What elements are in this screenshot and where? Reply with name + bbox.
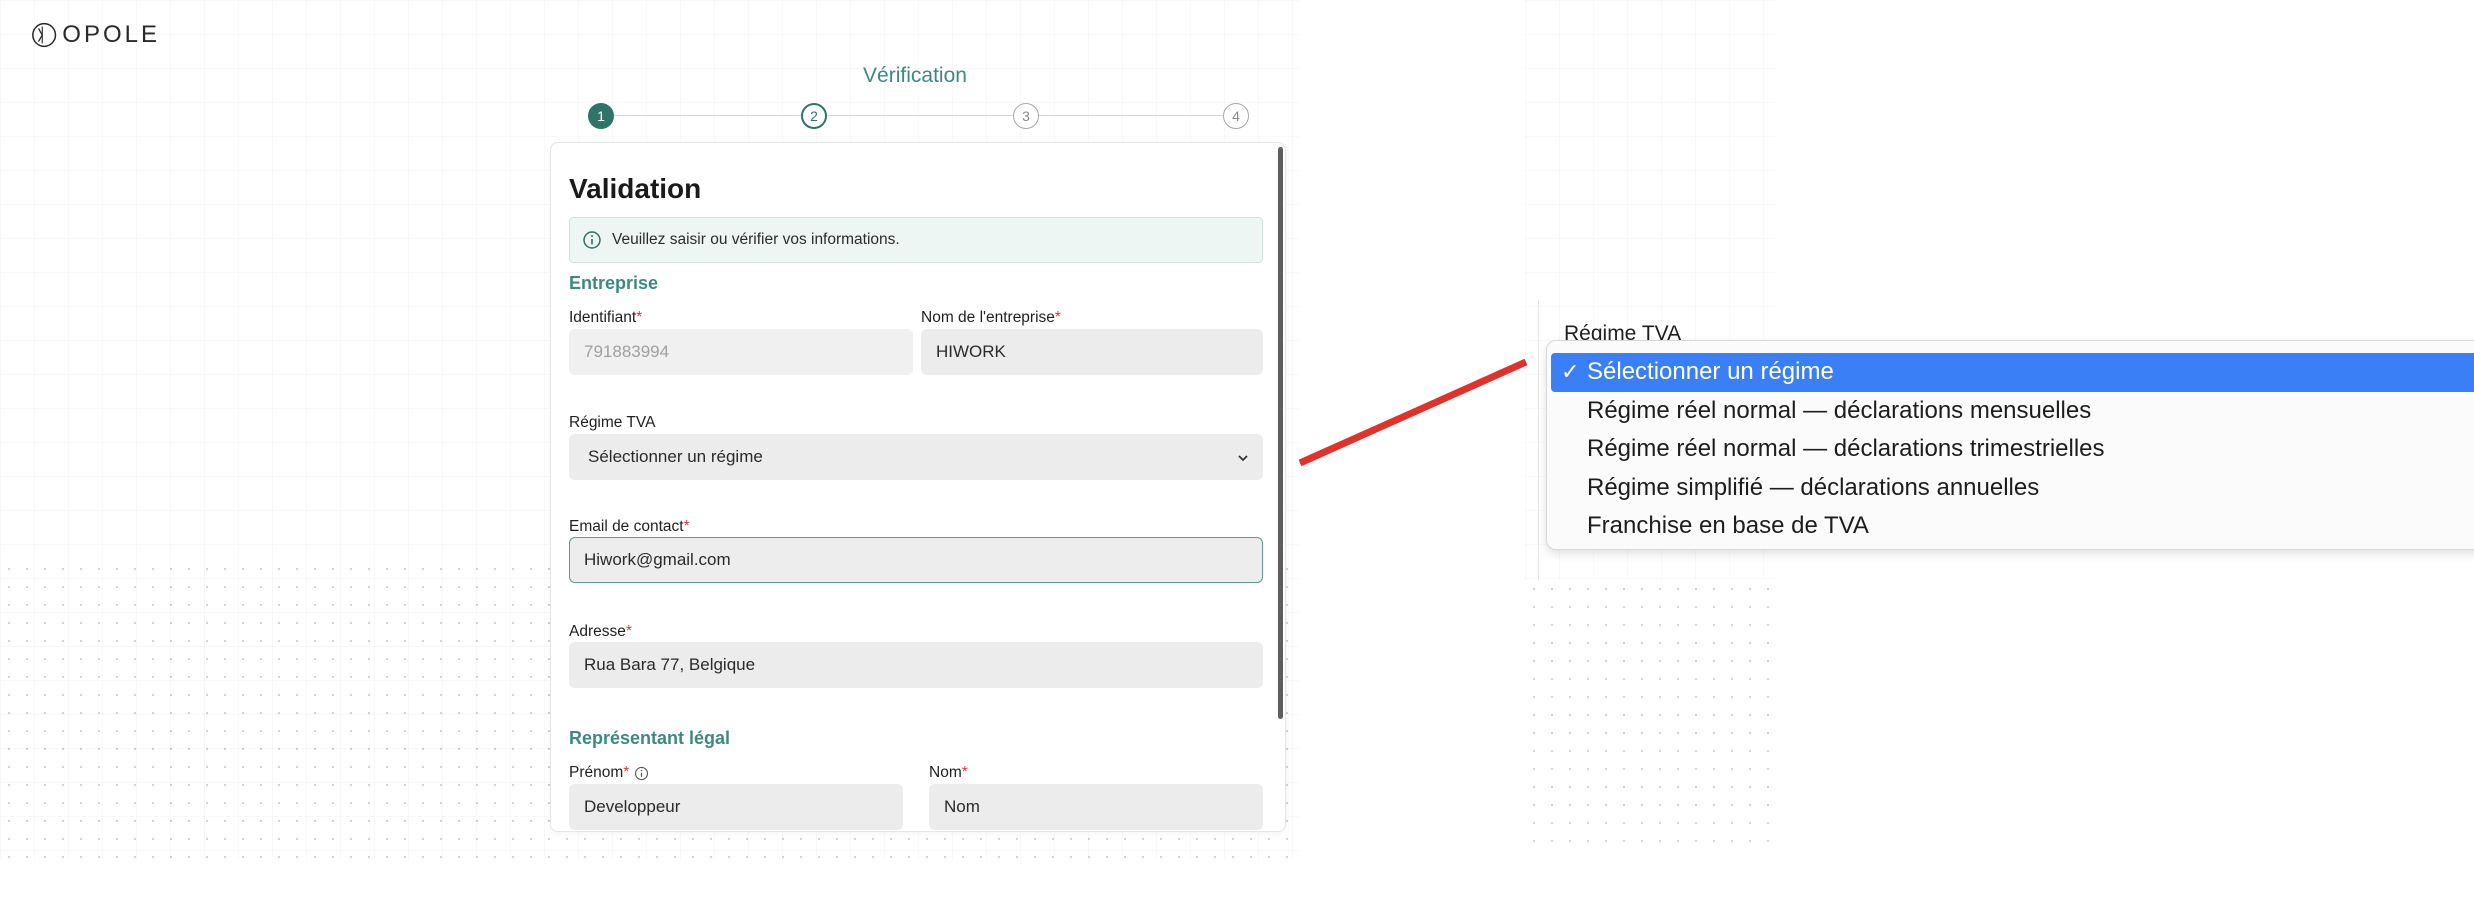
dropdown-option[interactable]: Régime réel normal — déclarations trimes… (1551, 430, 2474, 469)
address-input[interactable]: Rua Bara 77, Belgique (569, 642, 1263, 688)
step-connector (827, 115, 1013, 116)
validation-card: Validation Veuillez saisir ou vérifier v… (550, 142, 1286, 832)
dropdown-option[interactable]: Régime réel normal — déclarations mensue… (1551, 392, 2474, 431)
identifiant-label: Identifiant* (569, 309, 643, 326)
email-label: Email de contact* (569, 518, 690, 535)
firstname-input[interactable]: Developpeur (569, 784, 903, 830)
step-title: Vérification (863, 64, 967, 87)
step-2[interactable]: 2 (801, 103, 827, 129)
firstname-label: Prénom* (569, 764, 649, 782)
card-title: Validation (569, 173, 702, 204)
regime-tva-select[interactable]: Sélectionner un régime (569, 434, 1263, 480)
info-banner: Veuillez saisir ou vérifier vos informat… (569, 217, 1263, 263)
brand-logo[interactable]: OPOLE (30, 20, 160, 50)
card-scrollbar[interactable] (1278, 147, 1283, 719)
company-name-label: Nom de l'entreprise* (921, 309, 1061, 326)
background-dots-right (1525, 580, 1775, 845)
identifiant-input[interactable]: 791883994 (569, 329, 913, 375)
section-heading-company: Entreprise (569, 273, 659, 293)
company-name-input[interactable]: HIWORK (921, 329, 1263, 375)
checkmark-icon: ✓ (1561, 359, 1580, 385)
lastname-input[interactable]: Nom (929, 784, 1263, 830)
dropdown-option[interactable]: Franchise en base de TVA (1551, 507, 2474, 546)
panel-divider (1538, 300, 1539, 580)
step-connector (614, 115, 801, 116)
step-connector (1039, 115, 1223, 116)
info-message: Veuillez saisir ou vérifier vos informat… (612, 231, 900, 248)
logo-mark-icon (32, 22, 57, 48)
step-4[interactable]: 4 (1223, 103, 1249, 129)
step-3[interactable]: 3 (1013, 103, 1039, 129)
dropdown-option[interactable]: Régime simplifié — déclarations annuelle… (1551, 469, 2474, 508)
chevron-down-icon (1238, 455, 1248, 462)
regime-dropdown-panel: Régime TVA ✓ Sélectionner un régime Régi… (1540, 318, 2474, 583)
info-icon (583, 231, 601, 249)
info-small-icon[interactable] (634, 766, 649, 781)
email-input[interactable]: Hiwork@gmail.com (569, 537, 1263, 583)
section-heading-legal: Représentant légal (569, 728, 731, 748)
step-1[interactable]: 1 (588, 103, 614, 129)
stepper: 1 2 3 4 (588, 103, 1249, 129)
regime-tva-label: Régime TVA (569, 414, 656, 431)
address-label: Adresse* (569, 623, 632, 640)
dropdown-option[interactable]: ✓ Sélectionner un régime (1551, 353, 2474, 392)
dropdown-options-list[interactable]: ✓ Sélectionner un régime Régime réel nor… (1546, 340, 2474, 550)
logo-text: OPOLE (62, 21, 160, 48)
lastname-label: Nom* (929, 764, 968, 781)
